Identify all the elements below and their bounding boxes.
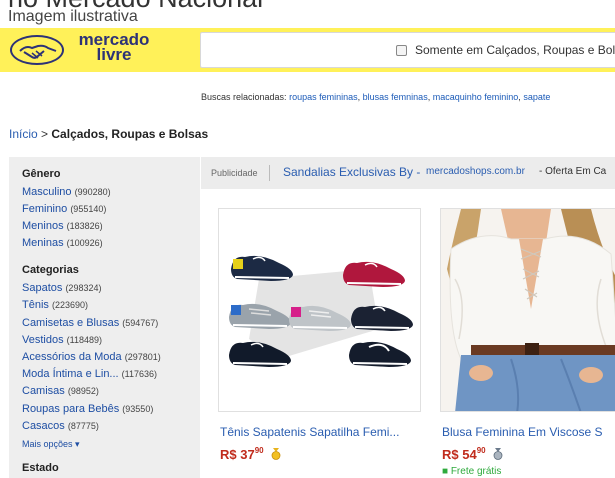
related-label: Buscas relacionadas: (201, 92, 287, 102)
product-image-shoes[interactable] (218, 208, 421, 412)
image-caption: no Mercado Nacional Imagem ilustrativa (8, 0, 615, 28)
filter-item-camisetas-blusas[interactable]: Camisetas e Blusas (594767) (22, 317, 158, 329)
related-searches: Buscas relacionadas: roupas femininas, b… (201, 92, 551, 102)
filter-item-tenis[interactable]: Tênis (223690) (22, 299, 88, 311)
filter-title-estado: Estado (22, 462, 59, 474)
related-link[interactable]: blusas femninas (363, 92, 428, 102)
filter-item-feminino[interactable]: Feminino (955140) (22, 203, 106, 215)
category-only-checkbox[interactable] (396, 45, 407, 56)
filter-title-genero: Gênero (22, 168, 61, 180)
filter-item-moda-intima[interactable]: Moda Íntima e Lin... (117636) (22, 368, 157, 380)
more-options-link[interactable]: Mais opções ▾ (22, 439, 80, 450)
handshake-icon (10, 35, 64, 65)
filter-title-categorias: Categorias (22, 264, 79, 276)
truck-icon: ■ (442, 466, 449, 477)
product-card[interactable]: Blusa Feminina Em Viscose S R$ 5490 ■ Fr… (440, 208, 615, 478)
filters-sidebar: Gênero Masculino (990280) Feminino (9551… (9, 157, 200, 478)
breadcrumb-separator: > (41, 127, 49, 141)
breadcrumb-current: Calçados, Roupas e Bolsas (51, 127, 209, 141)
breadcrumb-home[interactable]: Início (9, 127, 38, 141)
related-link[interactable]: sapate (523, 92, 550, 102)
sponsored-ad-bar[interactable]: Publicidade Sandalias Exclusivas By - me… (201, 157, 615, 189)
filter-item-meninos[interactable]: Meninos (183826) (22, 220, 103, 232)
ad-title[interactable]: Sandalias Exclusivas By - (283, 165, 420, 179)
ad-offer: - Oferta Em Ca (539, 166, 607, 177)
ad-label: Publicidade (211, 168, 258, 178)
site-header: mercado livre Somente em Calçados, Roupa… (0, 28, 615, 72)
product-title[interactable]: Blusa Feminina Em Viscose S (442, 425, 603, 439)
silver-medal-icon (493, 448, 503, 460)
logo-line2: livre (96, 45, 132, 64)
product-price: R$ 3790 (220, 446, 281, 462)
filter-item-vestidos[interactable]: Vestidos (118489) (22, 334, 102, 346)
free-shipping-label: ■ Frete grátis (442, 466, 502, 477)
product-title[interactable]: Tênis Sapatenis Sapatilha Femi... (220, 425, 399, 439)
chevron-down-icon: ▾ (75, 439, 80, 449)
product-card[interactable]: Tênis Sapatenis Sapatilha Femi... R$ 379… (218, 208, 423, 478)
related-link[interactable]: macaquinho feminino (433, 92, 519, 102)
filter-item-sapatos[interactable]: Sapatos (298324) (22, 282, 101, 294)
filter-item-masculino[interactable]: Masculino (990280) (22, 186, 111, 198)
filter-item-acessorios[interactable]: Acessórios da Moda (297801) (22, 351, 161, 363)
filter-item-casacos[interactable]: Casacos (87775) (22, 420, 99, 432)
filter-item-roupas-bebes[interactable]: Roupas para Bebês (93550) (22, 403, 153, 415)
product-price: R$ 5490 (442, 446, 503, 462)
breadcrumb: Início > Calçados, Roupas e Bolsas (9, 127, 208, 141)
ad-divider (269, 165, 270, 181)
product-image-blouse[interactable] (440, 208, 615, 412)
filter-item-camisas[interactable]: Camisas (98952) (22, 385, 99, 397)
search-input[interactable]: Somente em Calçados, Roupas e Bol (200, 32, 615, 68)
logo-wordmark: mercado livre (72, 31, 156, 64)
caption-subtitle: Imagem ilustrativa (8, 8, 138, 25)
filter-item-meninas[interactable]: Meninas (100926) (22, 237, 103, 249)
ad-domain[interactable]: mercadoshops.com.br (426, 166, 525, 177)
related-link[interactable]: roupas femininas (289, 92, 358, 102)
gold-medal-icon (271, 448, 281, 460)
mercado-livre-logo[interactable]: mercado livre (8, 31, 158, 68)
category-only-label: Somente em Calçados, Roupas e Bol (415, 43, 615, 57)
